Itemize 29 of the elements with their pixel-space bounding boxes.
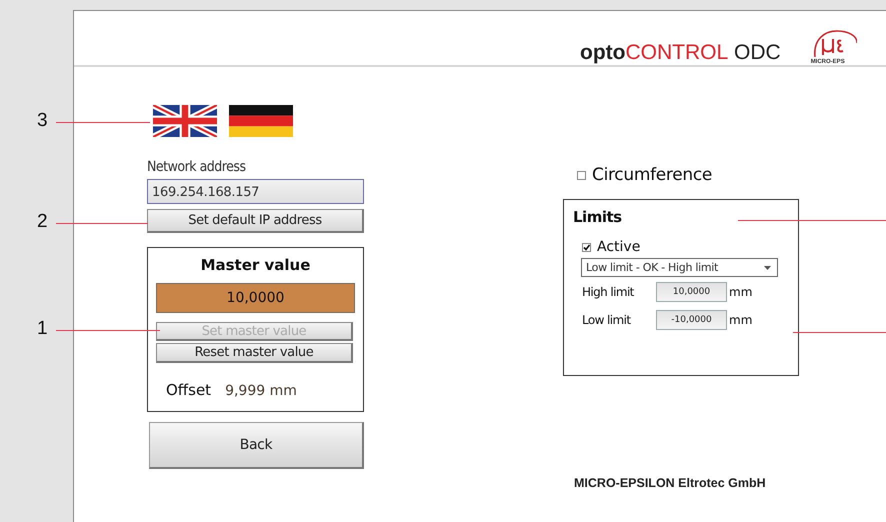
- checkbox-label: Active: [597, 239, 640, 255]
- callout-number: 2: [37, 211, 48, 233]
- limit-field[interactable]: -10,0000: [656, 310, 727, 330]
- caret-icon: [764, 266, 771, 270]
- mode-dropdown[interactable]: Low limit - OK - High limit: [581, 258, 778, 277]
- panel-title: Master value: [200, 256, 312, 274]
- field-label: Network address: [147, 159, 247, 175]
- checkbox[interactable]: [582, 242, 591, 252]
- unit-label: mm: [729, 313, 752, 327]
- ip-address-field[interactable]: 169.254.168.157: [147, 179, 364, 204]
- offset-label: Offset: [166, 381, 212, 399]
- field-label: Low limit: [582, 313, 632, 327]
- back-button[interactable]: Back: [149, 422, 364, 469]
- limit-field[interactable]: 10,0000: [656, 282, 727, 302]
- master-button[interactable]: Reset master value: [156, 343, 353, 363]
- unit-label: mm: [729, 285, 752, 299]
- field-label: High limit: [582, 285, 635, 299]
- offset-value: 9,999 mm: [225, 383, 297, 399]
- master-value-field[interactable]: 10,0000: [156, 283, 355, 313]
- checkbox[interactable]: [577, 170, 586, 180]
- german-flag-icon[interactable]: [229, 105, 293, 137]
- default-ip-button[interactable]: Set default IP address: [147, 209, 364, 233]
- company-name: MICRO-EPSILON Eltrotec GmbH: [574, 476, 766, 490]
- checkbox-label: Circumference: [592, 165, 712, 185]
- callout-number: 1: [37, 318, 48, 340]
- brand-title: optoCONTROL ODC: [580, 41, 781, 65]
- panel-title: Limits: [573, 208, 623, 226]
- uk-flag-icon[interactable]: [153, 105, 217, 137]
- callout-number: 3: [37, 110, 48, 132]
